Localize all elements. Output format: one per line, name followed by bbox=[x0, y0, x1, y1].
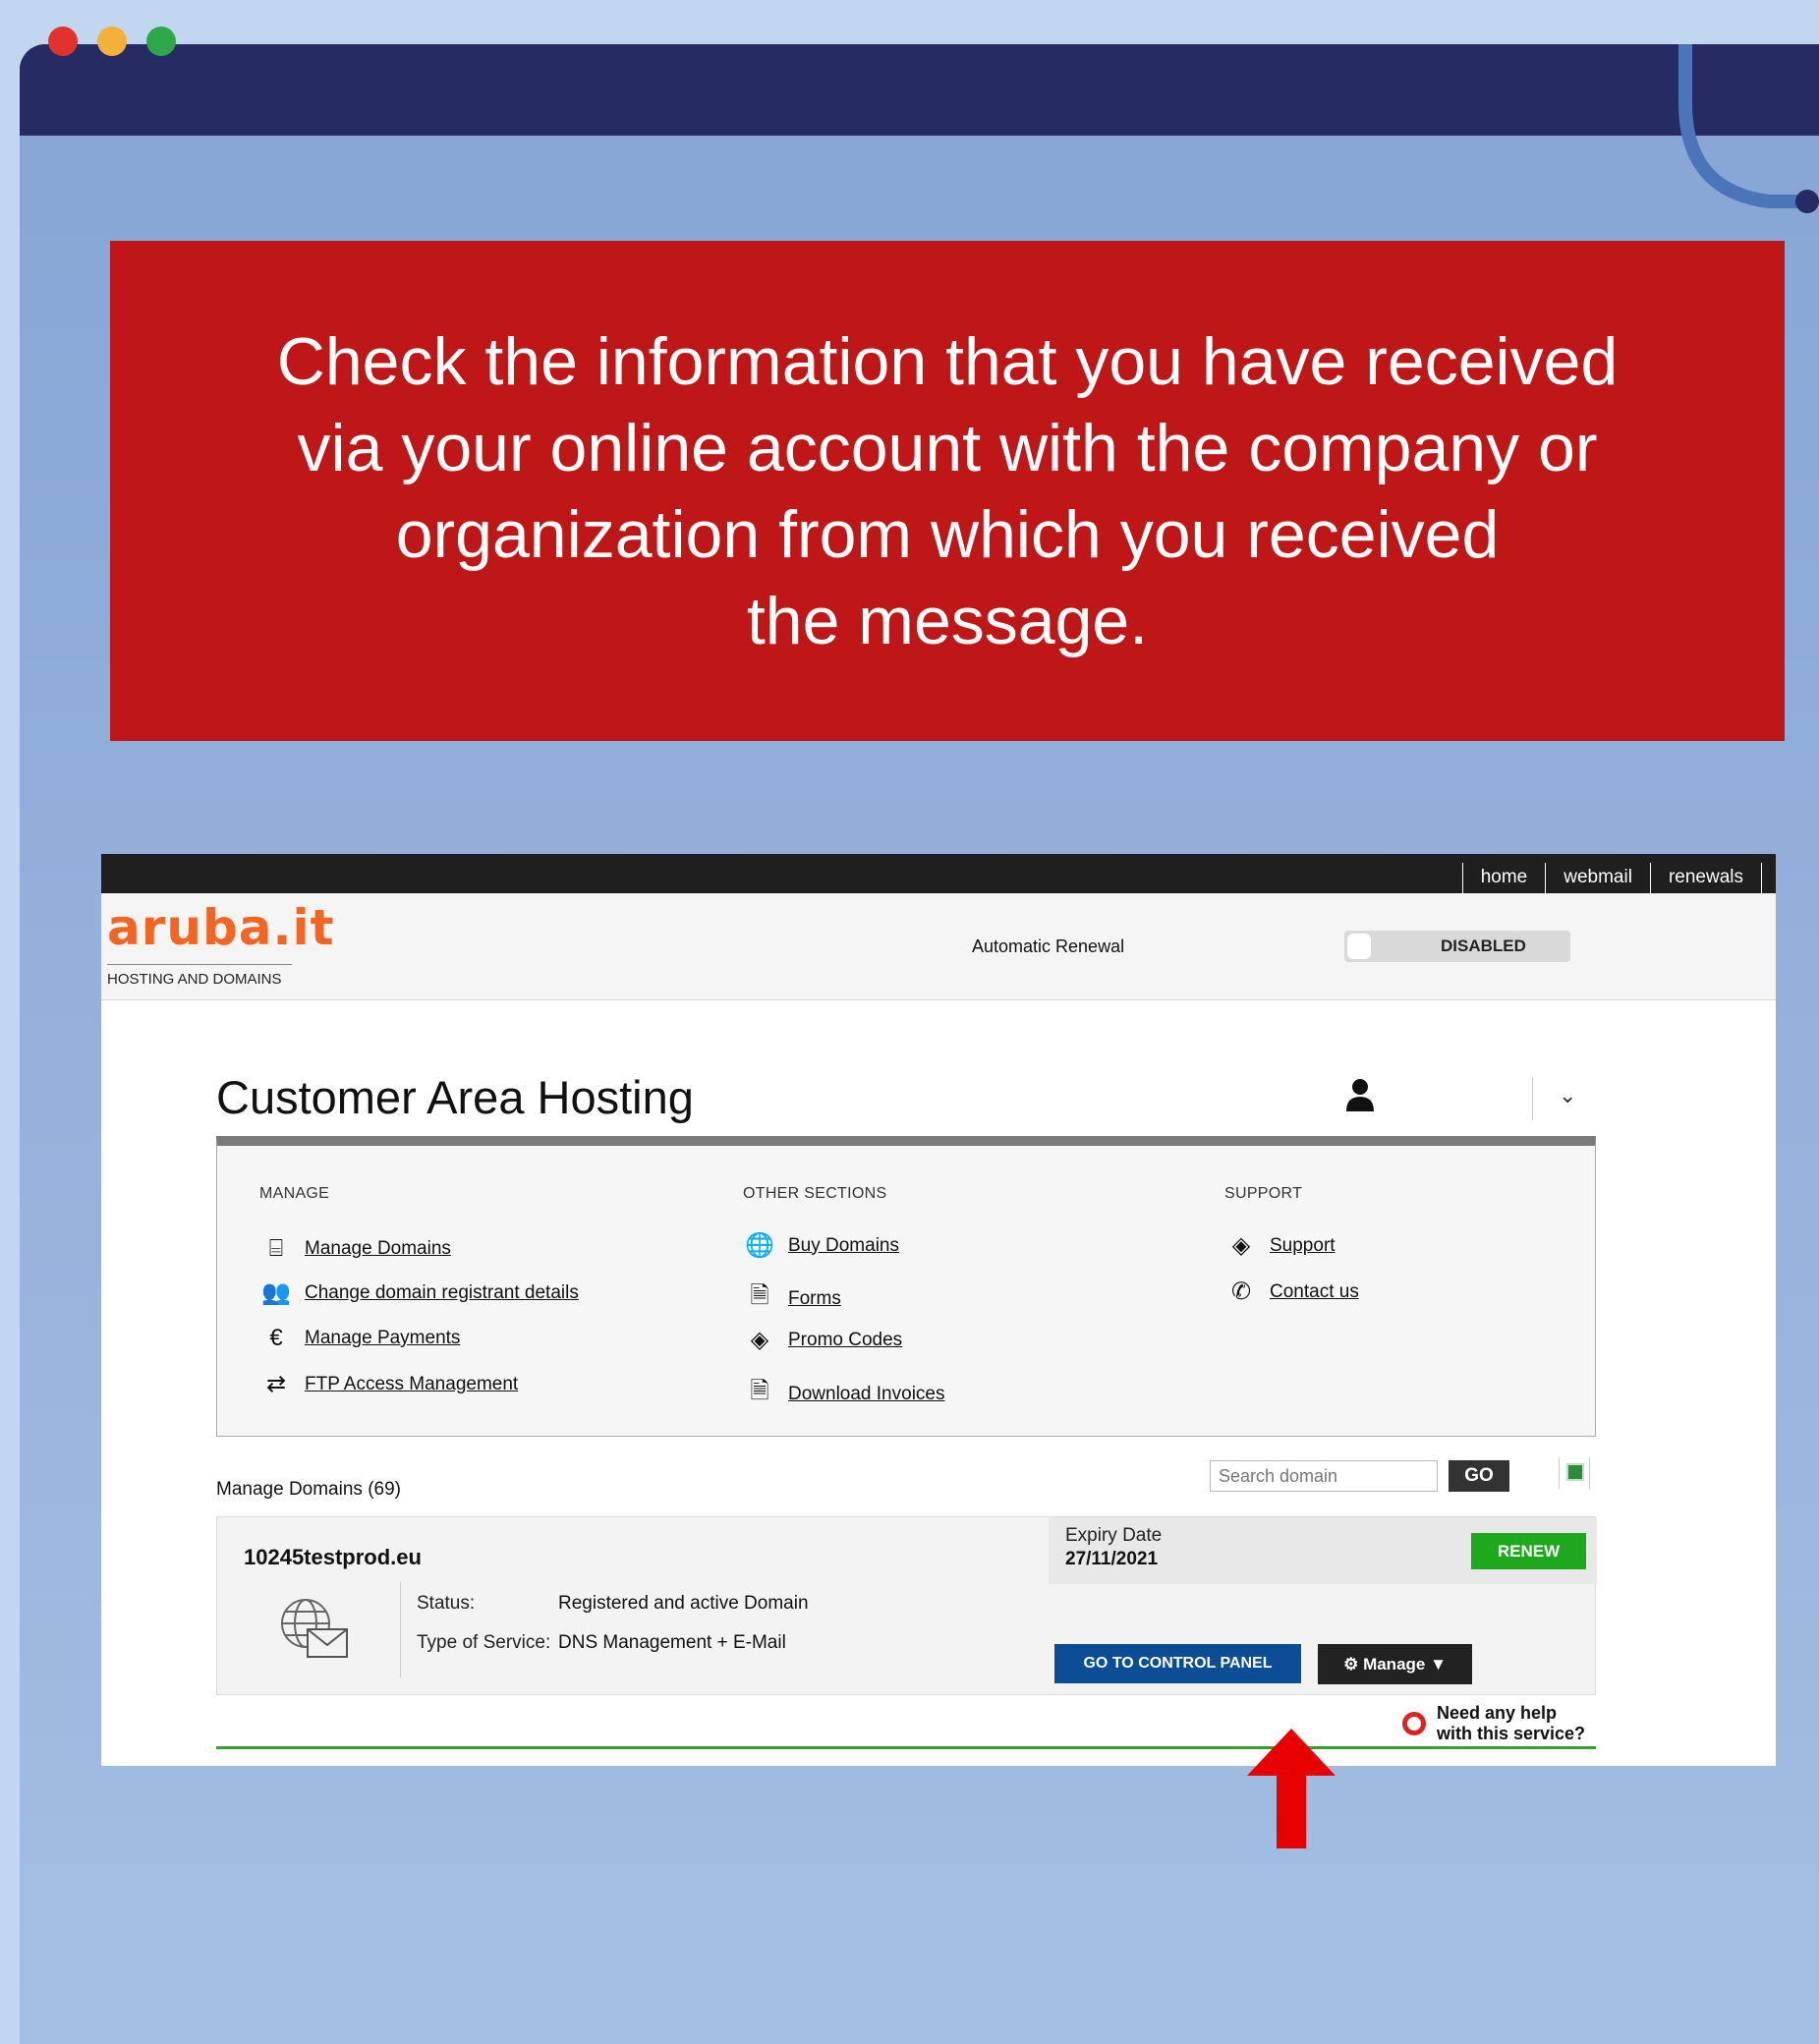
expiry-panel: Expiry Date 27/11/2021 RENEW bbox=[1049, 1517, 1597, 1584]
search-domain-input[interactable] bbox=[1210, 1460, 1438, 1492]
domain-name[interactable]: 10245testprod.eu bbox=[244, 1545, 422, 1570]
menu-item-manage-domains[interactable]: ⌸ Manage Domains bbox=[259, 1235, 451, 1263]
banner-text: Check the information that you have rece… bbox=[276, 323, 1619, 658]
instruction-banner: Check the information that you have rece… bbox=[110, 241, 1785, 741]
nav-home-link[interactable]: home bbox=[1461, 863, 1546, 893]
help-link[interactable]: Need any help with this service? bbox=[1437, 1703, 1585, 1744]
chevron-down-icon[interactable]: ⌄ bbox=[1559, 1083, 1576, 1108]
menu-link[interactable]: Download Invoices bbox=[788, 1384, 944, 1405]
menu-link[interactable]: Contact us bbox=[1270, 1281, 1359, 1303]
menu-item-support[interactable]: ◈ Support bbox=[1224, 1231, 1336, 1260]
menu-link[interactable]: Manage Payments bbox=[305, 1328, 460, 1349]
users-icon: 👥 bbox=[261, 1279, 291, 1306]
menu-item-buy-domains[interactable]: 🌐 Buy Domains bbox=[743, 1231, 899, 1260]
auto-renewal-label: Automatic Renewal bbox=[972, 937, 1125, 956]
red-arrow-up-icon bbox=[1247, 1729, 1336, 1848]
minimize-dot-icon[interactable] bbox=[97, 27, 127, 56]
manage-domains-title: Manage Domains (69) bbox=[216, 1479, 401, 1500]
lifebuoy-icon[interactable] bbox=[1402, 1712, 1426, 1735]
menu-item-change-registrant[interactable]: 👥 Change domain registrant details bbox=[259, 1278, 579, 1307]
menu-link[interactable]: Change domain registrant details bbox=[305, 1282, 579, 1304]
toggle-knob bbox=[1347, 934, 1371, 959]
manage-label: Manage ▼ bbox=[1363, 1654, 1447, 1674]
menu-item-download-invoices[interactable]: 🗎 Download Invoices bbox=[743, 1374, 944, 1414]
fishing-hook-icon bbox=[1678, 44, 1819, 213]
support-heading: SUPPORT bbox=[1224, 1185, 1303, 1202]
maximize-dot-icon[interactable] bbox=[146, 27, 176, 56]
menu-link[interactable]: FTP Access Management bbox=[305, 1374, 518, 1395]
renew-button[interactable]: RENEW bbox=[1471, 1533, 1586, 1569]
status-label: Status: bbox=[417, 1593, 476, 1614]
transfer-arrows-icon: ⇄ bbox=[265, 1371, 287, 1397]
user-icon[interactable] bbox=[1345, 1078, 1375, 1111]
service-type-label: Type of Service: bbox=[417, 1632, 551, 1653]
logo-divider bbox=[107, 964, 292, 965]
page-title: Customer Area Hosting bbox=[216, 1071, 694, 1123]
phone-icon: ✆ bbox=[1230, 1278, 1252, 1305]
go-button[interactable]: GO bbox=[1449, 1460, 1509, 1492]
toggle-state: DISABLED bbox=[1441, 937, 1526, 955]
server-www-icon: ⌸ bbox=[268, 1235, 284, 1262]
document-icon: 🗎 bbox=[750, 1282, 769, 1309]
menu-panel: MANAGE ⌸ Manage Domains 👥 Change domain … bbox=[216, 1136, 1596, 1437]
globe-cart-icon: 🌐 bbox=[745, 1232, 774, 1259]
status-value: Registered and active Domain bbox=[558, 1593, 809, 1614]
menu-item-manage-payments[interactable]: € Manage Payments bbox=[259, 1325, 460, 1352]
manage-dropdown-button[interactable]: ⚙ Manage ▼ bbox=[1318, 1644, 1472, 1684]
manage-heading: MANAGE bbox=[259, 1185, 330, 1202]
menu-link[interactable]: Support bbox=[1270, 1235, 1336, 1257]
globe-mail-icon bbox=[281, 1599, 348, 1658]
expiry-value: 27/11/2021 bbox=[1065, 1549, 1159, 1569]
help-bar: Need any help with this service? bbox=[216, 1695, 1596, 1749]
menu-item-forms[interactable]: 🗎 Forms bbox=[743, 1278, 841, 1319]
service-type-value: DNS Management + E-Mail bbox=[558, 1632, 786, 1653]
menu-item-contact-us[interactable]: ✆ Contact us bbox=[1224, 1278, 1359, 1306]
other-sections-heading: OTHER SECTIONS bbox=[743, 1185, 887, 1202]
user-divider bbox=[1532, 1077, 1533, 1120]
ticket-icon: ◈ bbox=[750, 1327, 769, 1353]
aruba-logo[interactable]: aruba.it bbox=[107, 899, 335, 956]
excel-export-icon[interactable] bbox=[1559, 1457, 1590, 1489]
nav-renewals-link[interactable]: renewals bbox=[1649, 863, 1762, 893]
expiry-label: Expiry Date bbox=[1065, 1525, 1163, 1546]
aruba-screenshot: home webmail renewals aruba.it HOSTING A… bbox=[101, 854, 1776, 1766]
top-nav: home webmail renewals bbox=[1461, 863, 1762, 893]
menu-link[interactable]: Promo Codes bbox=[788, 1330, 902, 1351]
document-icon: 🗎 bbox=[750, 1378, 769, 1404]
go-to-control-panel-button[interactable]: GO TO CONTROL PANEL bbox=[1054, 1644, 1301, 1683]
ticket-icon: ◈ bbox=[1231, 1232, 1251, 1259]
euro-icon: € bbox=[269, 1325, 283, 1351]
menu-item-ftp-access[interactable]: ⇄ FTP Access Management bbox=[259, 1370, 518, 1398]
logo-tagline: HOSTING AND DOMAINS bbox=[107, 971, 282, 988]
auto-renewal-toggle[interactable]: DISABLED bbox=[1344, 931, 1570, 962]
menu-item-promo-codes[interactable]: ◈ Promo Codes bbox=[743, 1326, 902, 1354]
close-dot-icon[interactable] bbox=[48, 27, 78, 56]
nav-webmail-link[interactable]: webmail bbox=[1545, 863, 1650, 893]
menu-link[interactable]: Buy Domains bbox=[788, 1235, 899, 1257]
menu-link[interactable]: Forms bbox=[788, 1288, 841, 1310]
gear-icon: ⚙ bbox=[1343, 1654, 1364, 1674]
menu-link[interactable]: Manage Domains bbox=[305, 1238, 451, 1260]
card-divider bbox=[400, 1582, 401, 1677]
top-nav-bar: home webmail renewals bbox=[101, 854, 1776, 893]
window-titlebar bbox=[20, 44, 1819, 136]
